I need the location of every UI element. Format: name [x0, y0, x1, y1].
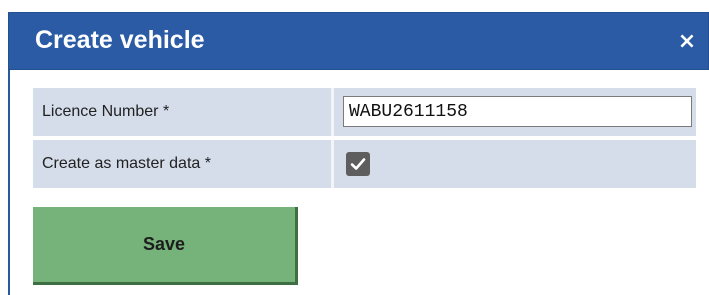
checkmark-icon — [350, 158, 366, 170]
dialog-title: Create vehicle — [35, 26, 205, 54]
licence-number-input[interactable] — [343, 96, 692, 127]
master-data-label: Create as master data * — [42, 155, 211, 172]
save-button[interactable]: Save — [33, 207, 298, 285]
master-data-checkbox[interactable] — [346, 152, 370, 176]
form-label-cell: Licence Number * — [33, 88, 331, 136]
form-value-cell — [334, 140, 696, 188]
vehicle-form: Licence Number * Create as master data * — [33, 88, 696, 188]
dialog-titlebar: Create vehicle × — [8, 12, 709, 70]
form-value-cell — [334, 88, 696, 136]
close-icon[interactable]: × — [676, 29, 698, 55]
form-row-licence-number: Licence Number * — [33, 88, 696, 136]
licence-number-label: Licence Number * — [42, 103, 170, 120]
create-vehicle-dialog: Create vehicle × Licence Number * Create… — [0, 0, 709, 295]
form-label-cell: Create as master data * — [33, 140, 331, 188]
form-row-master-data: Create as master data * — [33, 140, 696, 188]
